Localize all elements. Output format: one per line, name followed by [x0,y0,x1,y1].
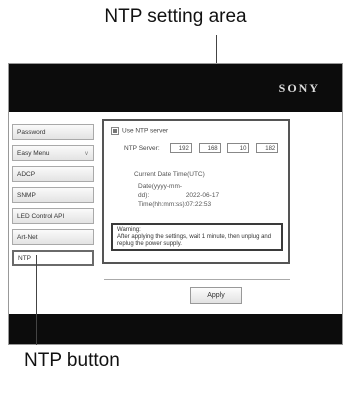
callout-line-bottom [36,255,37,345]
use-ntp-label: Use NTP server [122,127,169,135]
sidebar-item-led-control-api[interactable]: LED Control API [12,208,94,224]
ntp-server-label: NTP Server: [124,144,160,152]
ntp-server-row: NTP Server: 192 168 10 182 [124,143,283,153]
apply-button[interactable]: Apply [190,287,242,304]
current-time-title: Current Date Time(UTC) [134,171,205,178]
ntp-settings-panel: Use NTP server NTP Server: 192 168 10 18… [102,119,290,264]
header-bar: SONY [9,64,342,112]
sidebar-item-label: SNMP [17,192,36,199]
sidebar-item-snmp[interactable]: SNMP [12,187,94,203]
sidebar-item-ntp[interactable]: NTP [12,250,94,266]
sidebar-item-label: Easy Menu [17,150,50,157]
time-row: Time(hh:mm:ss): 07:22:53 [138,200,219,209]
use-ntp-checkbox[interactable] [111,127,119,135]
date-row: Date(yyyy-mm-dd): 2022-06-17 [138,182,219,200]
sidebar-item-label: Password [17,129,46,136]
warning-text: After applying the settings, wait 1 minu… [117,234,272,247]
date-label: Date(yyyy-mm-dd): [138,183,183,199]
sidebar-item-label: NTP [18,255,31,262]
footer-bar [9,314,342,344]
ntp-setting-area-callout: NTP setting area [104,6,247,27]
use-ntp-row: Use NTP server [111,127,168,135]
ntp-server-ip-octet-1[interactable]: 192 [169,143,192,153]
sidebar-item-label: Art-Net [17,234,38,241]
sidebar-nav: Password Easy Menu v ADCP SNMP LED Contr… [12,124,94,271]
sidebar-item-adcp[interactable]: ADCP [12,166,94,182]
ntp-server-ip-octet-4[interactable]: 182 [256,143,279,153]
time-value: 07:22:53 [185,201,212,208]
sidebar-item-label: ADCP [17,171,36,178]
ntp-server-ip-octet-2[interactable]: 168 [198,143,221,153]
warning-box: Warning: After applying the settings, wa… [111,223,283,251]
ntp-server-ip-octet-3[interactable]: 10 [227,143,250,153]
time-label: Time(hh:mm:ss): [138,201,187,208]
date-value: 2022-06-17 [185,192,220,199]
ntp-button-callout: NTP button [24,350,120,371]
divider [104,279,290,280]
settings-window: SONY Password Easy Menu v ADCP SNMP LED … [8,63,343,345]
warning-title: Warning: [117,227,141,233]
sidebar-item-password[interactable]: Password [12,124,94,140]
brand-logo: SONY [278,81,320,95]
sidebar-item-easy-menu[interactable]: Easy Menu v [12,145,94,161]
chevron-down-icon: v [85,151,88,157]
current-time-block: Current Date Time(UTC) Date(yyyy-mm-dd):… [134,171,219,209]
sidebar-item-label: LED Control API [17,213,65,220]
sidebar-item-art-net[interactable]: Art-Net [12,229,94,245]
